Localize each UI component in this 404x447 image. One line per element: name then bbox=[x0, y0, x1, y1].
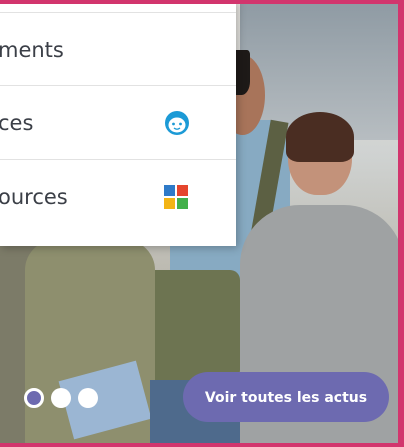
menu-item-documents[interactable]: ments bbox=[0, 12, 236, 86]
carousel-dots bbox=[24, 388, 104, 410]
carousel-dot-2[interactable] bbox=[51, 388, 71, 408]
student-hair-back bbox=[286, 112, 354, 162]
dropdown-menu: ments ces ources bbox=[0, 0, 236, 246]
child-face-icon bbox=[165, 111, 189, 135]
green-bag bbox=[145, 270, 240, 380]
colored-grid-icon bbox=[164, 185, 188, 209]
menu-item-label: ces bbox=[0, 111, 34, 135]
menu-item-label: ments bbox=[0, 38, 64, 62]
menu-item-services[interactable]: ces bbox=[0, 86, 236, 160]
carousel-dot-3[interactable] bbox=[78, 388, 98, 408]
menu-item-resources[interactable]: ources bbox=[0, 160, 236, 234]
carousel-dot-1[interactable] bbox=[24, 388, 44, 408]
see-all-news-button[interactable]: Voir toutes les actus bbox=[183, 372, 389, 422]
menu-item-label: ources bbox=[0, 185, 68, 209]
